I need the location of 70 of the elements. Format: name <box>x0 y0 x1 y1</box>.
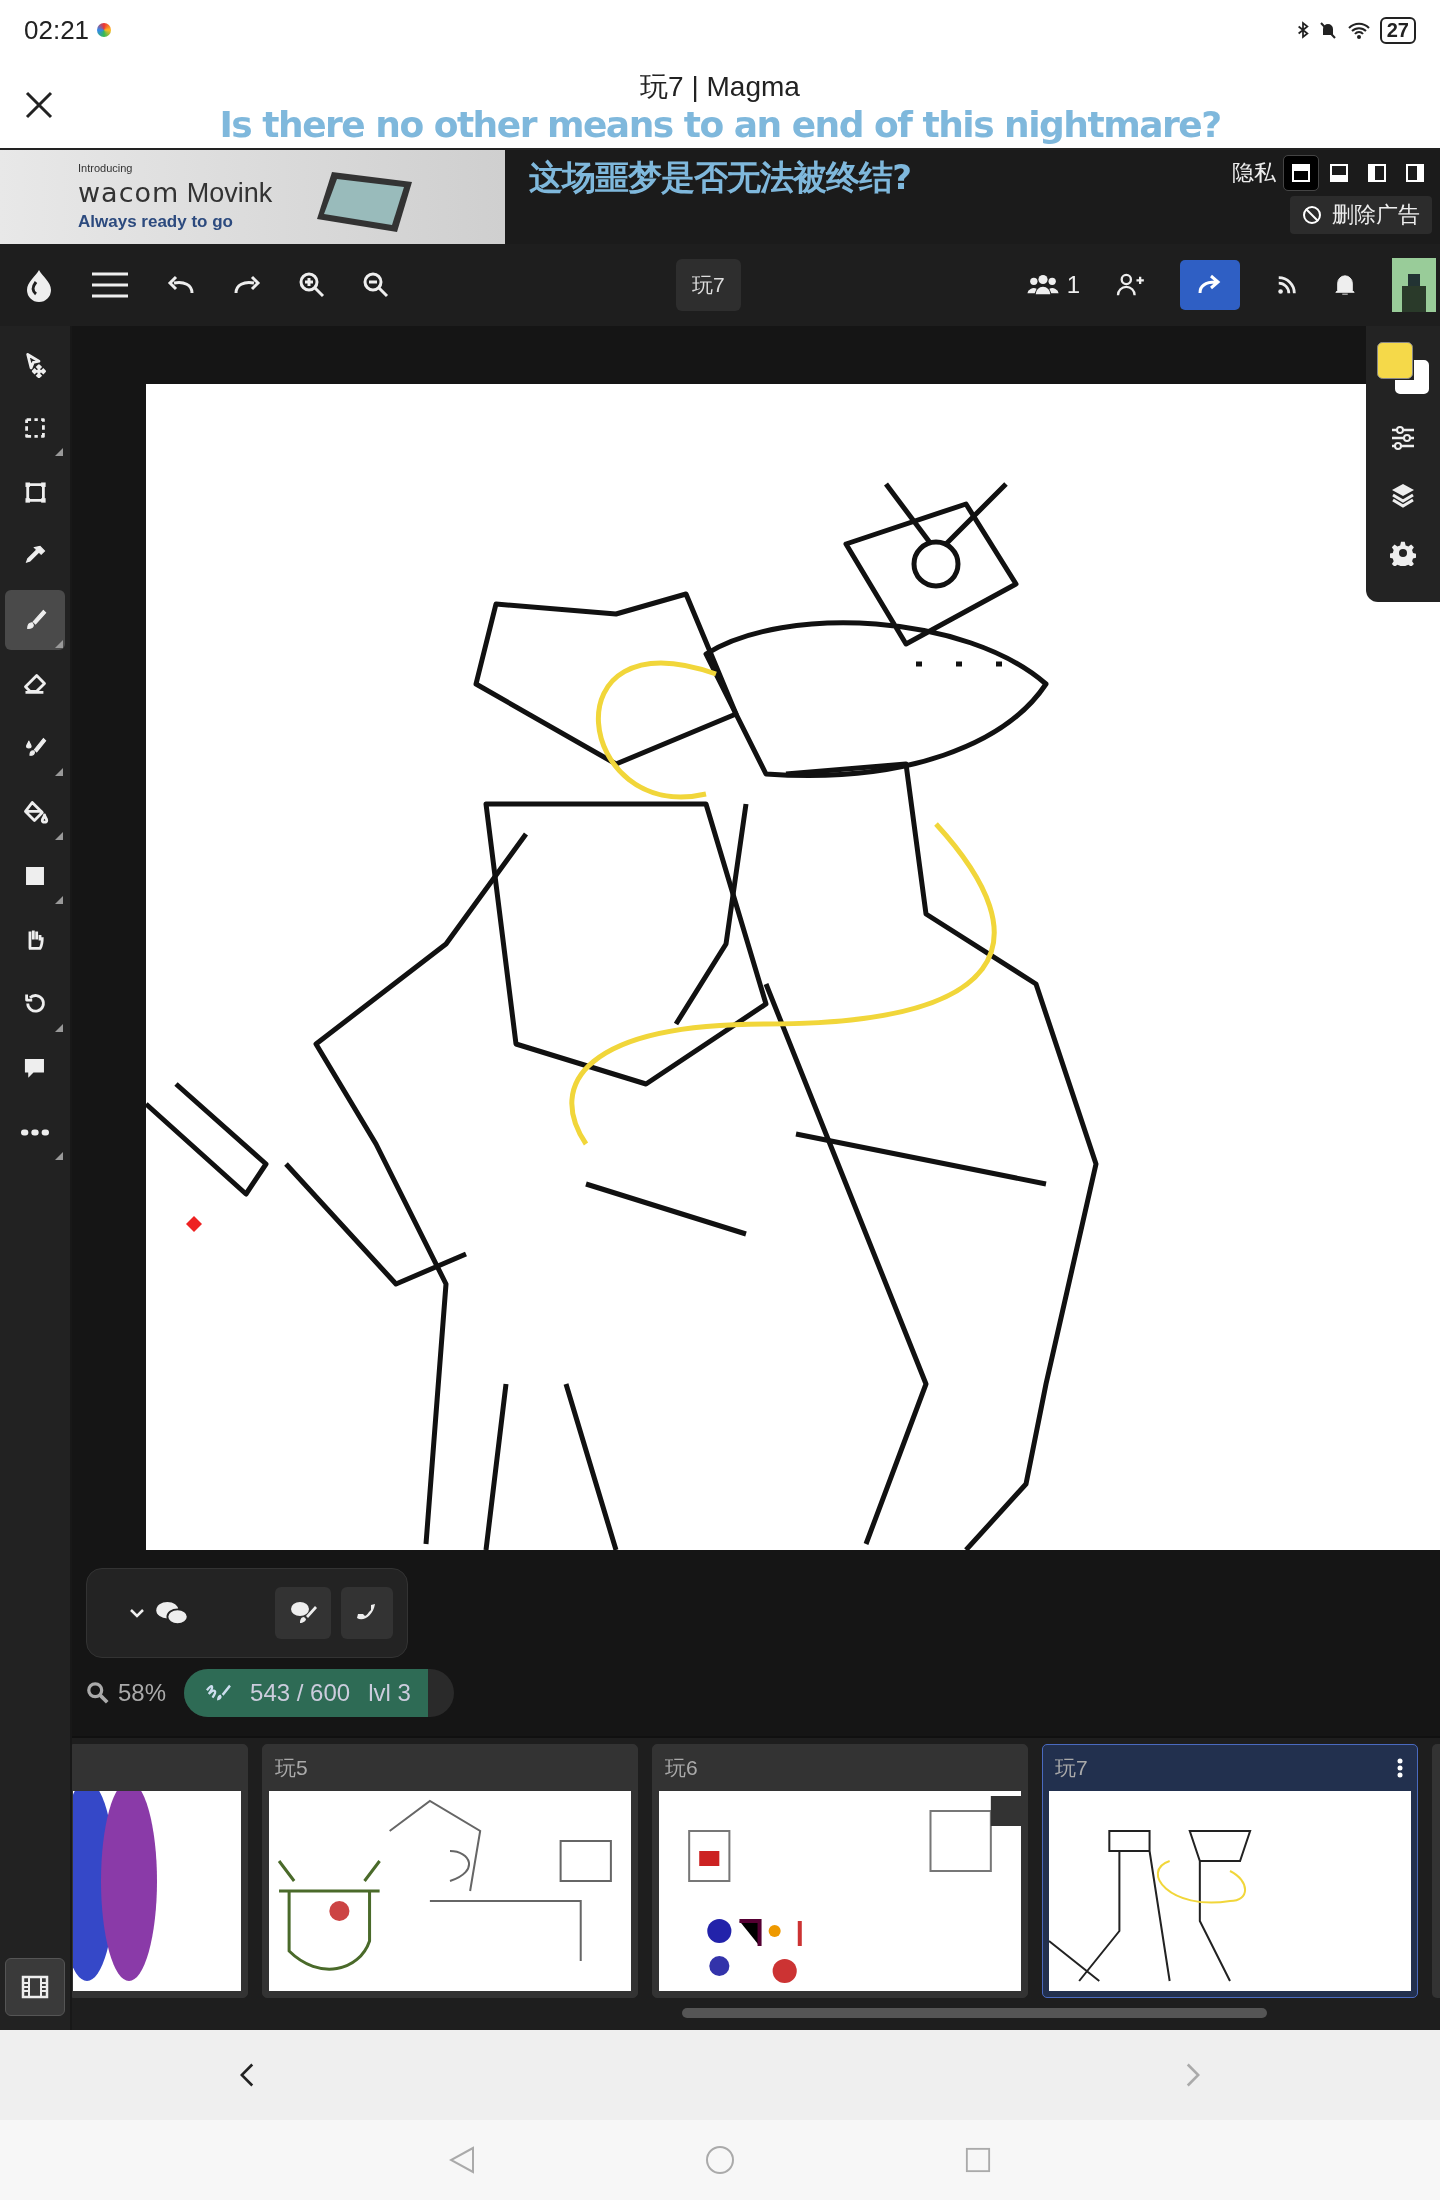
back-chevron-icon[interactable] <box>240 2062 254 2088</box>
pages-toggle-button[interactable] <box>5 1958 65 2016</box>
user-avatar[interactable] <box>1392 258 1436 312</box>
share-button[interactable] <box>1180 260 1240 310</box>
layers-icon[interactable] <box>1390 482 1416 508</box>
bluetooth-icon <box>1295 20 1310 40</box>
zoom-search-icon <box>86 1681 110 1705</box>
layout-icon <box>1367 163 1387 183</box>
status-time: 02:21 <box>24 14 90 46</box>
page-thumbnail-card[interactable]: 玩5 <box>262 1744 638 1998</box>
subtitle-text: 这场噩梦是否无法被终结? <box>529 156 911 199</box>
submenu-corner-icon <box>55 448 63 456</box>
remove-ads-button[interactable]: 删除广告 <box>1290 196 1432 234</box>
subtitle-text: Is there no other means to an end of this nightmare? <box>219 104 1221 145</box>
progress-count: 543 / 600 <box>250 1679 351 1707</box>
block-icon <box>1302 205 1322 225</box>
submenu-corner-icon <box>55 768 63 776</box>
broadcast-icon[interactable] <box>1276 274 1298 296</box>
notification-bell-icon[interactable] <box>1334 273 1356 297</box>
fill-icon <box>21 798 49 826</box>
submenu-corner-icon <box>55 832 63 840</box>
page-thumbnail-card[interactable]: 玩7 <box>1042 1744 1418 1998</box>
page-title: 玩7 | Magma <box>640 70 800 104</box>
zoom-level: 58% <box>118 1679 167 1707</box>
adjustments-icon[interactable] <box>1390 426 1416 450</box>
users-icon <box>1026 274 1059 296</box>
ad-intro-text: Introducing <box>78 162 134 174</box>
level-label: lvl 3 <box>368 1679 411 1707</box>
app-notification-icon <box>97 23 112 37</box>
close-icon[interactable] <box>24 90 54 120</box>
menu-icon[interactable] <box>90 270 130 300</box>
canvas-background[interactable] <box>146 384 1440 1550</box>
chat-bubbles-icon[interactable] <box>155 1601 189 1625</box>
ad-position-button[interactable] <box>1284 156 1318 190</box>
privacy-label: 隐私 <box>1232 159 1276 187</box>
app-logo-icon[interactable] <box>24 268 54 302</box>
page-title-label: 玩5 <box>275 1755 308 1781</box>
film-strip-icon <box>21 1975 49 1999</box>
settings-icon[interactable] <box>1390 540 1416 566</box>
ad-tagline: Always ready to go <box>78 212 234 232</box>
layout-icon <box>1405 163 1425 183</box>
zoom-in-icon[interactable] <box>298 271 326 299</box>
battery-level: 27 <box>1379 16 1416 44</box>
ad-banner[interactable]: Introducing wacom Movink Always ready to go <box>0 150 505 244</box>
page-thumbnail-card[interactable]: 玩6 <box>652 1744 1028 1998</box>
chat-brush-button[interactable] <box>275 1587 331 1639</box>
call-button[interactable] <box>341 1587 393 1639</box>
muted-bell-icon <box>1317 20 1338 40</box>
wifi-icon <box>1345 20 1372 40</box>
primary-color-swatch[interactable] <box>1377 342 1413 379</box>
document-tab[interactable]: 玩7 <box>676 259 741 311</box>
users-button[interactable]: 1 <box>1026 271 1080 299</box>
submenu-corner-icon <box>55 896 63 904</box>
add-user-icon[interactable] <box>1116 273 1144 297</box>
layout-icon <box>1291 163 1311 183</box>
more-options-icon[interactable] <box>1397 1758 1403 1778</box>
page-thumbnail-card[interactable] <box>72 1744 248 1998</box>
page-title-label: 玩7 <box>1055 1755 1088 1781</box>
submenu-corner-icon <box>55 1024 63 1032</box>
collapse-chevron-icon[interactable] <box>129 1608 145 1618</box>
submenu-corner-icon <box>55 1152 63 1160</box>
submenu-corner-icon <box>55 640 63 648</box>
more-icon <box>21 1127 49 1137</box>
page-title-label: 玩6 <box>665 1755 698 1781</box>
ad-brand-text: wacom Movink <box>78 177 273 209</box>
brush-tool-button[interactable] <box>5 590 65 650</box>
zoom-out-icon[interactable] <box>362 271 390 299</box>
secondary-color-swatch[interactable] <box>1395 360 1429 394</box>
layout-icon <box>1329 163 1349 183</box>
horizontal-scrollbar[interactable] <box>682 2008 1267 2018</box>
